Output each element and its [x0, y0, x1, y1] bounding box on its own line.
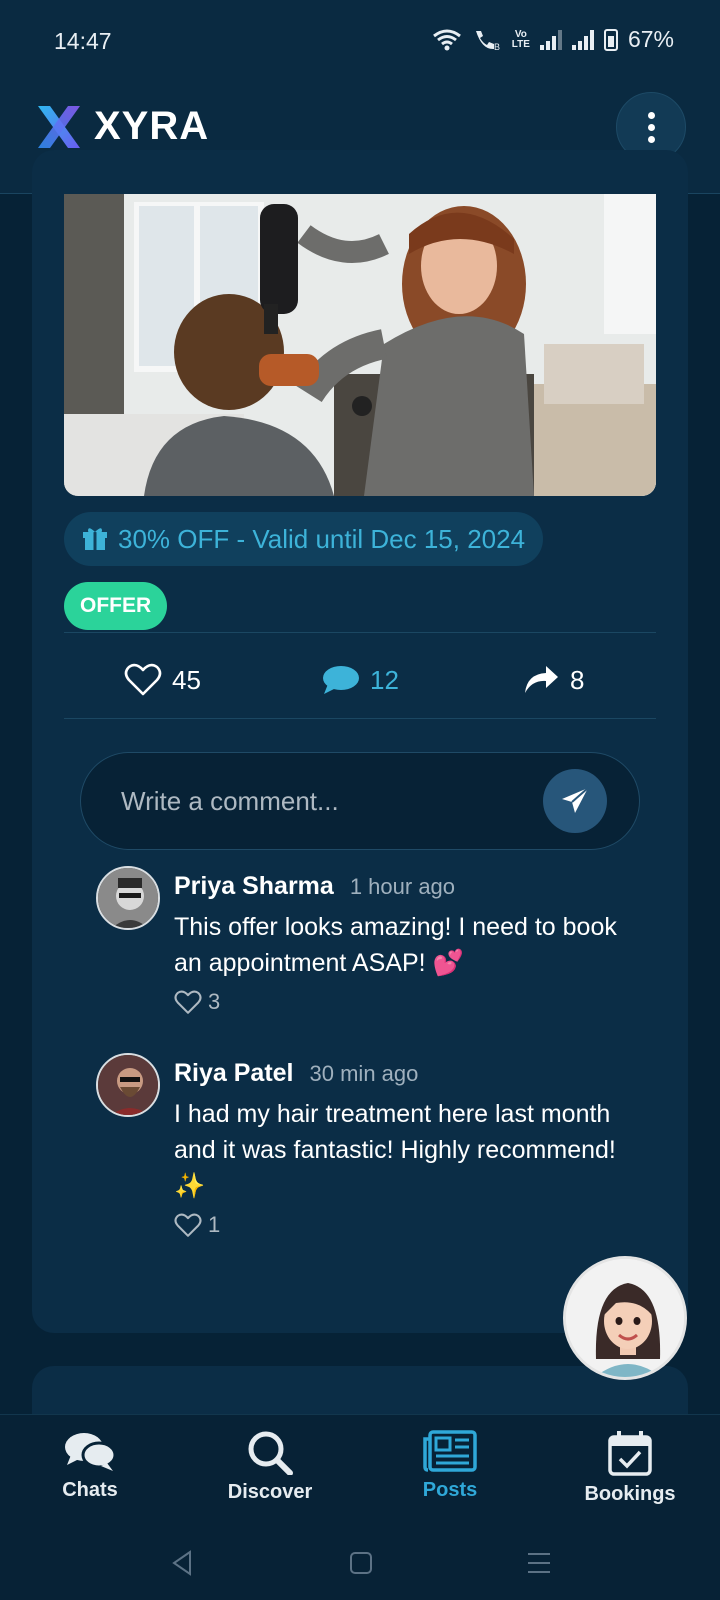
recents-icon[interactable]: [526, 1551, 552, 1575]
post-actions: 45 12 8: [64, 644, 656, 716]
comment-time: 30 min ago: [309, 1061, 419, 1086]
avatar: [96, 866, 160, 930]
gift-icon: [83, 528, 107, 550]
nav-label: Posts: [422, 1479, 478, 1501]
status-time: 14:47: [54, 28, 112, 54]
nav-bookings[interactable]: Bookings: [560, 1415, 700, 1527]
comment-like-count: 3: [208, 989, 221, 1014]
divider: [64, 632, 656, 633]
nav-discover[interactable]: Discover: [200, 1415, 340, 1527]
brand-name: XYRA: [94, 104, 210, 148]
back-icon[interactable]: [170, 1550, 194, 1576]
offer-badge: 30% OFF - Valid until Dec 15, 2024: [64, 512, 544, 566]
heart-icon: [174, 1213, 202, 1237]
comment-like-button[interactable]: 1: [174, 1212, 624, 1238]
like-button[interactable]: 45: [124, 644, 201, 716]
nav-posts[interactable]: Posts: [380, 1415, 520, 1527]
wifi-icon: [432, 29, 461, 50]
post-card: 30% OFF - Valid until Dec 15, 2024 OFFER…: [32, 150, 688, 1333]
send-icon: [562, 787, 589, 813]
chat-bubbles-icon: [65, 1433, 117, 1471]
assistant-avatar-button[interactable]: [563, 1256, 687, 1380]
wifi-call-icon: B: [475, 30, 500, 52]
comment-button[interactable]: 12: [322, 644, 399, 716]
signal-icon: [571, 29, 594, 50]
comment-input[interactable]: [121, 753, 521, 849]
comment-time: 1 hour ago: [349, 874, 456, 899]
newspaper-icon: [423, 1430, 477, 1472]
comment-text: This offer looks amazing! I need to book…: [174, 913, 617, 977]
signal-icon: [539, 29, 562, 50]
send-button[interactable]: [543, 769, 607, 833]
bottom-nav: Chats Discover Posts Bookings: [0, 1414, 720, 1526]
xyra-logo-icon: [38, 106, 80, 148]
heart-icon: [124, 663, 162, 696]
share-count: 8: [570, 664, 585, 695]
battery-icon: [603, 28, 618, 51]
nav-label: Discover: [227, 1481, 313, 1503]
status-icons: B Vo LTE 67%: [432, 26, 674, 53]
svg-text:B: B: [494, 42, 500, 52]
status-bar: 14:47 B Vo LTE 67%: [0, 0, 720, 84]
comment-like-count: 1: [208, 1212, 221, 1237]
like-count: 45: [172, 664, 201, 695]
calendar-check-icon: [608, 1431, 652, 1476]
avatar: [96, 1053, 160, 1117]
nav-label: Bookings: [584, 1483, 676, 1505]
heart-icon: [174, 990, 202, 1014]
offer-text: 30% OFF - Valid until Dec 15, 2024: [118, 523, 526, 554]
comment-author[interactable]: Priya Sharma: [174, 872, 334, 901]
nav-label: Chats: [62, 1479, 118, 1501]
comment-composer: [80, 752, 640, 850]
comment-author[interactable]: Riya Patel: [174, 1059, 294, 1088]
assistant-avatar-icon: [566, 1259, 684, 1377]
home-icon[interactable]: [349, 1551, 373, 1575]
kebab-icon: [647, 111, 655, 143]
nav-chats[interactable]: Chats: [20, 1415, 160, 1527]
volte-icon: Vo LTE: [511, 28, 530, 50]
post-image: [64, 194, 656, 496]
comment-text: I had my hair treatment here last month …: [174, 1100, 616, 1200]
search-icon: [248, 1431, 293, 1475]
share-icon: [525, 666, 558, 693]
comment-like-button[interactable]: 3: [174, 989, 624, 1015]
battery-percent: 67%: [627, 26, 674, 52]
divider: [64, 718, 656, 719]
comment-icon: [323, 666, 359, 694]
system-nav-bar: [0, 1526, 720, 1600]
offer-tag: OFFER: [64, 582, 168, 630]
share-button[interactable]: 8: [522, 644, 584, 716]
comment-count: 12: [370, 664, 399, 695]
